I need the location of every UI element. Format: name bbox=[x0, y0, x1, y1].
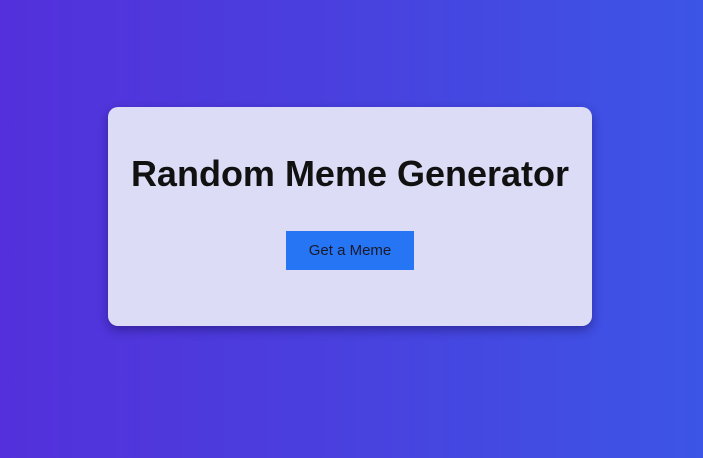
meme-generator-card: Random Meme Generator Get a Meme bbox=[108, 107, 592, 326]
page-title: Random Meme Generator bbox=[130, 153, 570, 194]
page: { "card": { "title": "Random Meme Genera… bbox=[0, 0, 703, 458]
get-meme-button[interactable]: Get a Meme bbox=[286, 231, 414, 270]
